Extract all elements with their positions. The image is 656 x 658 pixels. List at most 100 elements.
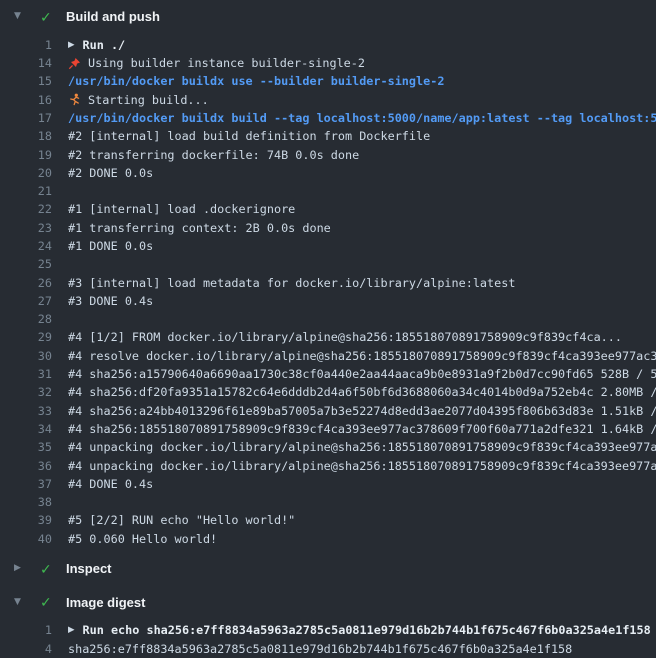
log-line: 18 #2 [internal] load build definition fr… bbox=[0, 127, 656, 145]
log-group-title: Image digest bbox=[66, 595, 145, 611]
log-line-number[interactable]: 19 bbox=[0, 148, 52, 162]
log-line: 33 #4 sha256:a24bb4013296f61e89ba57005a7b… bbox=[0, 402, 656, 420]
log-line-text: #1 transferring context: 2B 0.0s done bbox=[68, 221, 331, 235]
log-line-number[interactable]: 36 bbox=[0, 459, 52, 473]
log-line: 14 Using builder instance builder-single-… bbox=[0, 54, 656, 72]
log-line: 28 bbox=[0, 310, 656, 328]
log-line-text: #4 sha256:185518070891758909c9f839cf4ca3… bbox=[68, 422, 656, 436]
log-line-number[interactable]: 18 bbox=[0, 129, 52, 143]
log-line-number[interactable]: 38 bbox=[0, 495, 52, 509]
log-line: 27 #3 DONE 0.4s bbox=[0, 292, 656, 310]
log-line-number[interactable]: 30 bbox=[0, 349, 52, 363]
log-line-text: /usr/bin/docker buildx build --tag local… bbox=[68, 111, 656, 125]
actions-log-viewer: ▼✓Build and push1▶Run ./14Using builder … bbox=[0, 0, 656, 658]
log-line-number[interactable]: 40 bbox=[0, 532, 52, 546]
log-line: 40 #5 0.060 Hello world! bbox=[0, 530, 656, 548]
log-line: 1 ▶ Run echo sha256:e7ff8834a5963a2785c5a0… bbox=[0, 621, 656, 639]
chevron-down-icon[interactable]: ▼ bbox=[14, 598, 40, 607]
log-line: 15/usr/bin/docker buildx use --builder b… bbox=[0, 72, 656, 90]
log-group-header-build-and-push[interactable]: ▼✓Build and push bbox=[0, 0, 656, 34]
log-line-number[interactable]: 24 bbox=[0, 239, 52, 253]
success-check-icon: ✓ bbox=[40, 562, 66, 576]
log-line: 21 bbox=[0, 182, 656, 200]
runner-icon bbox=[68, 93, 81, 106]
log-line: 26 #3 [internal] load metadata for docker… bbox=[0, 273, 656, 291]
log-line: 17/usr/bin/docker buildx build --tag loc… bbox=[0, 109, 656, 127]
log-line: 35 #4 unpacking docker.io/library/alpine@… bbox=[0, 438, 656, 456]
log-line-text: Run ./ bbox=[83, 38, 126, 52]
log-line-number[interactable]: 20 bbox=[0, 166, 52, 180]
log-line-number[interactable]: 31 bbox=[0, 367, 52, 381]
log-line-text: #2 [internal] load build definition from… bbox=[68, 129, 430, 143]
log-line-number[interactable]: 26 bbox=[0, 276, 52, 290]
log-line-text: Using builder instance builder-single-2 bbox=[88, 56, 365, 70]
log-group-header-inspect[interactable]: ▶✓Inspect bbox=[0, 552, 656, 586]
log-line-text: Run echo sha256:e7ff8834a5963a2785c5a081… bbox=[83, 623, 651, 637]
log-line-text: Starting build... bbox=[88, 93, 209, 107]
log-line-text: #4 unpacking docker.io/library/alpine@sh… bbox=[68, 459, 656, 473]
log-line-number[interactable]: 28 bbox=[0, 312, 52, 326]
log-line-number[interactable]: 32 bbox=[0, 385, 52, 399]
log-line-text: #4 [1/2] FROM docker.io/library/alpine@s… bbox=[68, 330, 622, 344]
log-line: 25 bbox=[0, 255, 656, 273]
log-group-title: Inspect bbox=[66, 561, 112, 577]
log-line: 4 sha256:e7ff8834a5963a2785c5a0811e979d16… bbox=[0, 639, 656, 657]
log-line-text: #5 [2/2] RUN echo "Hello world!" bbox=[68, 513, 295, 527]
log-line-number[interactable]: 15 bbox=[0, 74, 52, 88]
log-line: 23 #1 transferring context: 2B 0.0s done bbox=[0, 219, 656, 237]
log-line-number[interactable]: 29 bbox=[0, 330, 52, 344]
log-line-number[interactable]: 14 bbox=[0, 56, 52, 70]
log-line-number[interactable]: 35 bbox=[0, 440, 52, 454]
log-line-number[interactable]: 4 bbox=[0, 642, 52, 656]
log-line: 1 ▶ Run ./ bbox=[0, 36, 656, 54]
log-line-number[interactable]: 1 bbox=[0, 623, 52, 637]
log-line-text: /usr/bin/docker buildx use --builder bui… bbox=[68, 74, 444, 88]
log-line-text: #4 sha256:a15790640a6690aa1730c38cf0a440… bbox=[68, 367, 656, 381]
log-lines-build-and-push: 1 ▶ Run ./ 14 Using builder instance builder… bbox=[0, 34, 656, 552]
log-line: 30 #4 resolve docker.io/library/alpine@sh… bbox=[0, 347, 656, 365]
expand-run-icon[interactable]: ▶ bbox=[68, 625, 75, 635]
success-check-icon: ✓ bbox=[40, 10, 66, 24]
log-line: 34 #4 sha256:185518070891758909c9f839cf4c… bbox=[0, 420, 656, 438]
log-line: 32 #4 sha256:df20fa9351a15782c64e6dddb2d4… bbox=[0, 383, 656, 401]
log-line-number[interactable]: 23 bbox=[0, 221, 52, 235]
log-line-number[interactable]: 1 bbox=[0, 38, 52, 52]
log-line-text: #4 DONE 0.4s bbox=[68, 477, 153, 491]
log-line-number[interactable]: 22 bbox=[0, 202, 52, 216]
log-line: 31 #4 sha256:a15790640a6690aa1730c38cf0a4… bbox=[0, 365, 656, 383]
log-line-text: #1 DONE 0.0s bbox=[68, 239, 153, 253]
log-line-number[interactable]: 17 bbox=[0, 111, 52, 125]
expand-run-icon[interactable]: ▶ bbox=[68, 40, 75, 50]
log-line-text: #2 DONE 0.0s bbox=[68, 166, 153, 180]
log-line-text: #4 sha256:df20fa9351a15782c64e6dddb2d4a6… bbox=[68, 385, 656, 399]
log-line: 39 #5 [2/2] RUN echo "Hello world!" bbox=[0, 511, 656, 529]
log-line-text: #4 sha256:a24bb4013296f61e89ba57005a7b3e… bbox=[68, 404, 656, 418]
log-line: 20 #2 DONE 0.0s bbox=[0, 164, 656, 182]
log-line-text: #2 transferring dockerfile: 74B 0.0s don… bbox=[68, 148, 359, 162]
log-line-text: #3 [internal] load metadata for docker.i… bbox=[68, 276, 515, 290]
log-line-number[interactable]: 37 bbox=[0, 477, 52, 491]
log-line: 24 #1 DONE 0.0s bbox=[0, 237, 656, 255]
log-line-number[interactable]: 34 bbox=[0, 422, 52, 436]
log-line-number[interactable]: 21 bbox=[0, 184, 52, 198]
log-line-number[interactable]: 39 bbox=[0, 513, 52, 527]
log-group-header-image-digest[interactable]: ▼✓Image digest bbox=[0, 586, 656, 620]
log-line: 36 #4 unpacking docker.io/library/alpine@… bbox=[0, 456, 656, 474]
log-line-text: sha256:e7ff8834a5963a2785c5a0811e979d16b… bbox=[68, 642, 572, 656]
log-line-number[interactable]: 33 bbox=[0, 404, 52, 418]
log-line-text: #1 [internal] load .dockerignore bbox=[68, 202, 295, 216]
log-line-number[interactable]: 16 bbox=[0, 93, 52, 107]
pushpin-icon bbox=[68, 57, 81, 70]
log-line-text: #4 resolve docker.io/library/alpine@sha2… bbox=[68, 349, 656, 363]
log-lines-image-digest: 1 ▶ Run echo sha256:e7ff8834a5963a2785c5a0… bbox=[0, 619, 656, 658]
log-line: 16 Starting build... bbox=[0, 90, 656, 108]
chevron-down-icon[interactable]: ▼ bbox=[14, 12, 40, 21]
log-line-text: #5 0.060 Hello world! bbox=[68, 532, 217, 546]
log-line: 22 #1 [internal] load .dockerignore bbox=[0, 200, 656, 218]
log-line-number[interactable]: 27 bbox=[0, 294, 52, 308]
log-line: 38 bbox=[0, 493, 656, 511]
log-line-text: #4 unpacking docker.io/library/alpine@sh… bbox=[68, 440, 656, 454]
log-line-number[interactable]: 25 bbox=[0, 257, 52, 271]
chevron-right-icon[interactable]: ▶ bbox=[14, 564, 40, 573]
log-line-text: #3 DONE 0.4s bbox=[68, 294, 153, 308]
